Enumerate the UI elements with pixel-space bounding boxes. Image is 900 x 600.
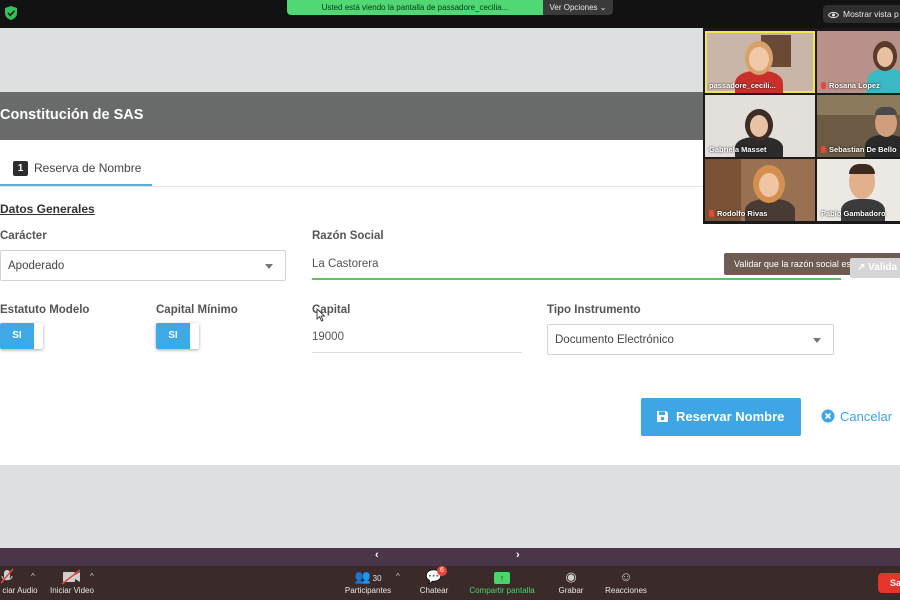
participant-name: Sebastian De Bello	[821, 145, 897, 154]
avatar	[759, 173, 779, 197]
page-nav-strip: ‹ ›	[0, 548, 900, 566]
cancel-circle-icon	[821, 409, 835, 423]
tipo-instrumento-value: Documento Electrónico	[555, 334, 674, 346]
show-view-button[interactable]: Mostrar vista p	[823, 5, 900, 23]
external-link-icon: ↗	[857, 262, 869, 273]
chat-unread-badge: 6	[437, 566, 447, 576]
toggle-value: SI	[156, 323, 190, 349]
zoom-toolbar: ciar Audio ^ Iniciar Video ^ 👥 30 Partici…	[0, 566, 900, 600]
avatar	[877, 47, 893, 67]
participant-name: Gabriela Masset	[709, 145, 767, 154]
participant-name: passadore_cecili...	[709, 81, 776, 90]
share-screen-icon: ↑	[494, 572, 510, 584]
cancel-label: Cancelar	[840, 409, 893, 424]
dropdown-caret-icon	[813, 338, 821, 343]
chat-label: Chatear	[419, 586, 449, 595]
capital-minimo-label: Capital Mínimo	[156, 304, 238, 316]
zoom-top-bar: Usted está viendo la pantalla de passado…	[0, 0, 900, 28]
toggle-value: SI	[0, 323, 34, 349]
participant-tile[interactable]: Rosana Lopez	[817, 31, 900, 93]
tipo-instrumento-label: Tipo Instrumento	[547, 304, 641, 316]
avatar	[849, 164, 875, 174]
mic-muted-icon	[709, 210, 714, 217]
eye-icon	[828, 11, 839, 19]
mouse-cursor-icon	[316, 308, 326, 322]
caracter-label: Carácter	[0, 230, 47, 242]
participant-tile[interactable]: Pablo Gambadoro	[817, 159, 900, 221]
tab-reserva-de-nombre[interactable]: 1 Reserva de Nombre	[0, 158, 152, 186]
audio-label: ciar Audio	[2, 586, 38, 595]
record-button[interactable]: ◉ Grabar	[556, 568, 586, 595]
step-number: 1	[13, 161, 28, 176]
participant-name: Pablo Gambadoro	[821, 209, 886, 218]
screen-share-banner: Usted está viendo la pantalla de passado…	[287, 0, 543, 15]
dropdown-caret-icon	[265, 264, 273, 269]
record-label: Grabar	[558, 586, 584, 595]
reactions-button[interactable]: ☺ Reacciones	[604, 568, 648, 595]
participants-count: 30	[372, 574, 382, 583]
reactions-label: Reacciones	[605, 586, 647, 595]
participant-tile[interactable]: passadore_cecili...	[705, 31, 815, 93]
participant-name: Rodolfo Rivas	[709, 209, 767, 218]
save-icon	[657, 411, 668, 422]
participants-label: Participantes	[344, 586, 392, 595]
show-view-label: Mostrar vista p	[843, 9, 899, 19]
estatuto-modelo-label: Estatuto Modelo	[0, 304, 90, 316]
view-options-label: Ver Opciones	[549, 3, 598, 12]
participant-tile[interactable]: Sebastian De Bello	[817, 95, 900, 157]
share-label: Compartir pantalla	[469, 586, 535, 595]
chevron-up-icon[interactable]: ^	[90, 572, 94, 581]
cancelar-button[interactable]: Cancelar	[808, 398, 900, 436]
share-screen-button[interactable]: ↑ Compartir pantalla	[466, 568, 538, 595]
record-icon: ◉	[565, 569, 577, 584]
validar-label: Valida	[868, 262, 898, 273]
reserve-label: Reservar Nombre	[676, 409, 785, 424]
participant-tile[interactable]: Gabriela Masset	[705, 95, 815, 157]
video-off-icon	[61, 569, 81, 585]
chevron-down-icon: ⌄	[599, 3, 607, 12]
avatar	[875, 107, 897, 115]
capital-input[interactable]: 19000	[312, 325, 522, 353]
capital-minimo-toggle[interactable]: SI	[156, 323, 199, 349]
caracter-select[interactable]: Apoderado	[0, 250, 286, 281]
estatuto-modelo-toggle[interactable]: SI	[0, 323, 43, 349]
participants-button[interactable]: 👥 30 Participantes	[342, 568, 394, 595]
validar-button[interactable]: ↗ Valida	[850, 258, 900, 278]
video-button[interactable]: Iniciar Video	[48, 568, 96, 595]
chevron-up-icon[interactable]: ^	[396, 572, 400, 581]
video-label: Iniciar Video	[50, 586, 94, 595]
avatar	[750, 115, 768, 137]
mic-muted-icon	[821, 82, 826, 89]
participant-tile[interactable]: Rodolfo Rivas	[705, 159, 815, 221]
avatar	[749, 47, 769, 71]
chevron-up-icon[interactable]: ^	[31, 572, 35, 581]
mic-muted-icon	[821, 146, 826, 153]
participant-name: Rosana Lopez	[821, 81, 880, 90]
smiley-plus-icon: ☺	[619, 569, 633, 584]
view-options-button[interactable]: Ver Opciones ⌄	[543, 0, 613, 15]
capital-value: 19000	[312, 331, 344, 343]
reservar-nombre-button[interactable]: Reservar Nombre	[641, 398, 801, 436]
video-gallery: passadore_cecili... Rosana Lopez Gabriel…	[703, 28, 900, 224]
end-meeting-button[interactable]: Sa	[878, 573, 900, 593]
chevron-left-icon[interactable]: ‹	[375, 549, 379, 561]
participants-icon: 👥 30	[354, 569, 382, 584]
tab-label: Reserva de Nombre	[34, 161, 142, 175]
tipo-instrumento-select[interactable]: Documento Electrónico	[547, 324, 834, 355]
chevron-right-icon[interactable]: ›	[516, 549, 520, 561]
page-title: Constitución de SAS	[0, 107, 144, 123]
razon-social-label: Razón Social	[312, 230, 384, 242]
shield-icon[interactable]	[4, 5, 18, 21]
razon-social-value: La Castorera	[312, 258, 379, 270]
caracter-value: Apoderado	[8, 260, 65, 272]
section-title: Datos Generales	[0, 202, 95, 216]
